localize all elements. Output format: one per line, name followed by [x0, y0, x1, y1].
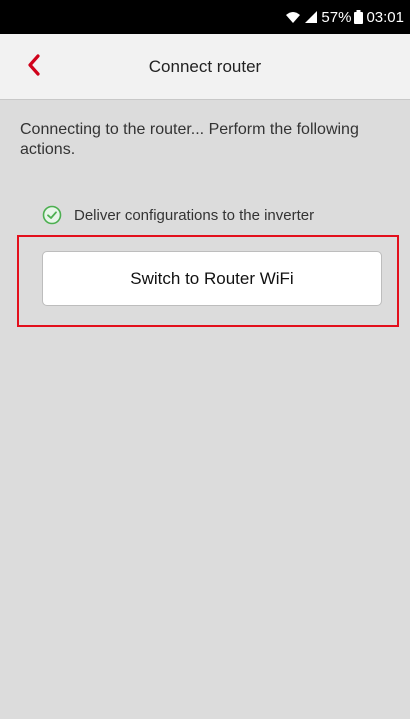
app-header: Connect router [0, 34, 410, 100]
instruction-text: Connecting to the router... Perform the … [20, 121, 359, 158]
step-label: Deliver configurations to the inverter [74, 206, 315, 224]
main-content: Connecting to the router... Perform the … [0, 100, 410, 719]
battery-icon [354, 10, 364, 24]
switch-to-router-wifi-button[interactable]: Switch to Router WiFi [42, 251, 382, 306]
signal-icon [304, 10, 318, 24]
step-item: Deliver configurations to the inverter [42, 205, 314, 225]
chevron-left-icon [27, 53, 41, 81]
clock: 03:01 [366, 8, 404, 26]
page-title: Connect router [148, 57, 262, 76]
wifi-icon [285, 10, 301, 24]
battery-percent: 57% [321, 8, 352, 26]
back-button[interactable] [16, 49, 52, 85]
check-circle-icon [42, 205, 62, 225]
status-bar: 57% 03:01 [0, 0, 410, 34]
